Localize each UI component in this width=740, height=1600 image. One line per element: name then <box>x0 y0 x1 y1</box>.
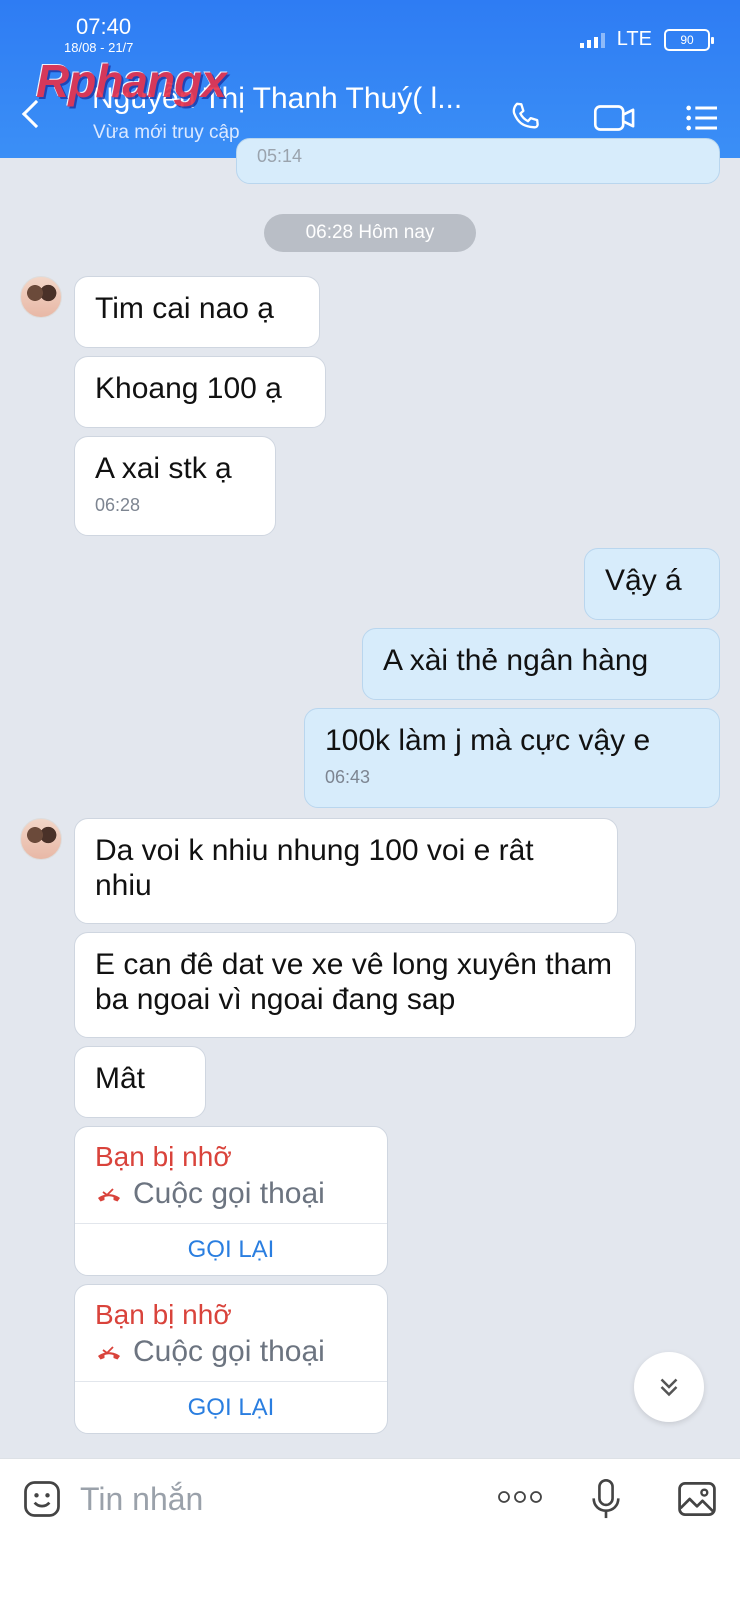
missed-call-row: Cuộc gọi thoại <box>75 1331 387 1381</box>
missed-call-row: Cuộc gọi thoại <box>75 1173 387 1223</box>
message-bubble[interactable]: Khoang 100 ạ <box>74 356 326 428</box>
missed-call-card[interactable]: Bạn bị nhỡ Cuộc gọi thoại GỌI LẠI <box>74 1126 388 1276</box>
message-time: 06:28 <box>95 495 141 515</box>
watermark-logo: Rphangx <box>36 55 227 107</box>
message-bubble[interactable]: Da voi k nhiu nhung 100 voi e rât nhiu <box>74 818 618 924</box>
microphone-icon[interactable] <box>586 1477 626 1523</box>
message-text: E can đê dat ve xe vê long xuyên tham ba… <box>95 948 612 1016</box>
scroll-to-bottom-button[interactable] <box>634 1352 704 1422</box>
sticker-icon[interactable] <box>20 1477 64 1521</box>
status-date: 18/08 - 21/7 <box>64 40 134 55</box>
missed-call-title: Bạn bị nhỡ <box>95 1299 232 1330</box>
message-bubble[interactable]: Tim cai nao ạ <box>74 276 320 348</box>
message-text: Da voi k nhiu nhung 100 voi e rât nhiu <box>95 834 534 902</box>
missed-call-icon <box>98 1188 120 1202</box>
message-time: 06:43 <box>325 767 371 787</box>
message-text: A xai stk ạ <box>95 452 232 485</box>
date-divider: 06:28 Hôm nay <box>264 214 476 252</box>
message-bubble[interactable]: E can đê dat ve xe vê long xuyên tham ba… <box>74 932 636 1038</box>
status-indicators: LTE 90 <box>579 28 714 51</box>
video-call-icon[interactable] <box>592 98 638 138</box>
call-back-button[interactable]: GỌI LẠI <box>75 1381 387 1433</box>
message-bubble[interactable]: Mât <box>74 1046 206 1118</box>
message-text: Mât <box>95 1062 146 1095</box>
contact-avatar[interactable] <box>20 818 62 860</box>
message-bubble[interactable]: A xai stk ạ 06:28 <box>74 436 276 536</box>
network-type: LTE <box>616 28 652 50</box>
missed-call-icon <box>98 1346 120 1360</box>
menu-icon[interactable] <box>682 98 722 138</box>
battery-icon: 90 <box>664 28 714 51</box>
more-options-icon[interactable] <box>496 1487 544 1507</box>
chat-area[interactable]: 05:14 06:28 Hôm nay Tim cai nao ạ Khoang… <box>0 138 740 1458</box>
status-time: 07:40 <box>76 14 132 39</box>
message-bubble-outgoing[interactable]: 100k làm j mà cực vậy e 06:43 <box>304 708 720 808</box>
missed-call-title: Bạn bị nhỡ <box>95 1141 232 1172</box>
message-input[interactable] <box>80 1479 460 1519</box>
message-time: 05:14 <box>257 146 303 166</box>
message-bubble-clipped[interactable]: 05:14 <box>236 138 720 184</box>
message-text: Tim cai nao ạ <box>95 292 274 325</box>
message-text: 100k làm j mà cực vậy e <box>325 724 651 757</box>
contact-status: Vừa mới truy cập <box>93 122 240 143</box>
message-text: A xài thẻ ngân hàng <box>383 644 649 677</box>
missed-call-label: Cuộc gọi thoại <box>133 1335 325 1368</box>
signal-icon <box>579 32 605 48</box>
battery-level: 90 <box>680 32 694 47</box>
call-back-button[interactable]: GỌI LẠI <box>75 1223 387 1275</box>
chat-header: 07:40 18/08 - 21/7 LTE 90 Nguyễn Thị Tha… <box>0 0 740 158</box>
missed-call-label: Cuộc gọi thoại <box>133 1177 325 1210</box>
image-gallery-icon[interactable] <box>674 1477 720 1521</box>
message-bubble-outgoing[interactable]: A xài thẻ ngân hàng <box>362 628 720 700</box>
message-bubble-outgoing[interactable]: Vậy á <box>584 548 720 620</box>
phone-icon[interactable] <box>506 98 546 138</box>
double-chevron-down-icon <box>660 1378 678 1397</box>
message-text: Vậy á <box>605 564 682 597</box>
message-input-bar <box>0 1458 740 1600</box>
contact-avatar[interactable] <box>20 276 62 318</box>
message-text: Khoang 100 ạ <box>95 372 282 405</box>
missed-call-card[interactable]: Bạn bị nhỡ Cuộc gọi thoại GỌI LẠI <box>74 1284 388 1434</box>
